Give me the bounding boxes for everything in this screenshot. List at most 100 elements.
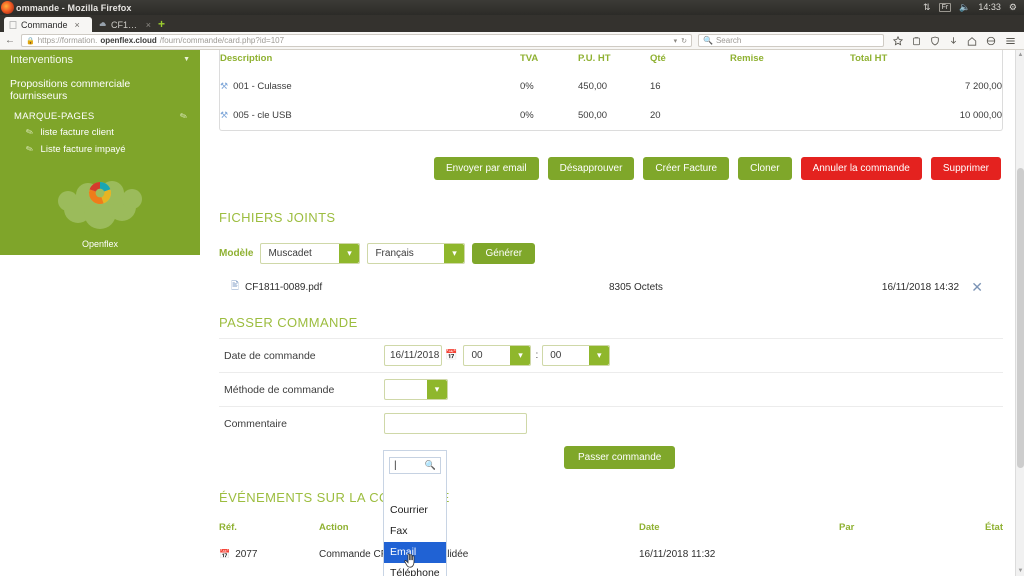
column-header-action: Action — [319, 522, 349, 533]
bookmarks-title-label: MARQUE-PAGES — [14, 111, 95, 122]
language-select-value: Français — [375, 248, 414, 259]
order-method-select[interactable]: ▾ — [384, 379, 448, 400]
events-table: Réf. Action Date Par État 📅 2077 Commande… — [219, 522, 1003, 560]
column-header-pu-ht: P.U. HT — [578, 53, 611, 64]
create-invoice-button[interactable]: Créer Facture — [643, 157, 730, 180]
sidebar-item-interventions[interactable]: Interventions ▼ — [0, 50, 200, 69]
menu-icon[interactable] — [1005, 36, 1016, 46]
product-icon: ⚒ — [220, 110, 229, 120]
chevron-down-icon[interactable]: ▼ — [183, 56, 190, 63]
item-remise — [730, 72, 850, 101]
cancel-order-button[interactable]: Annuler la commande — [800, 157, 922, 180]
search-icon: 🔍 — [703, 36, 713, 45]
event-icon: 📅 — [219, 549, 231, 559]
tab-commande[interactable]: Commande × — [4, 17, 92, 32]
url-bar[interactable]: 🔒 https://formation. openflex.cloud/fourn… — [21, 34, 692, 47]
new-tab-button[interactable]: + — [158, 18, 165, 30]
order-hour-select[interactable]: 00 ▾ — [463, 345, 532, 366]
delete-button[interactable]: Supprimer — [930, 157, 1001, 180]
chevron-down-icon[interactable]: ▾ — [589, 346, 610, 365]
model-select[interactable]: Muscadet ▾ — [260, 243, 361, 264]
search-icon: 🔍 — [424, 460, 436, 470]
chevron-down-icon[interactable]: ▾ — [444, 244, 465, 263]
network-icon[interactable]: ⇅ — [923, 3, 931, 12]
bookmark-label: Liste facture impayé — [40, 144, 126, 155]
pocket-icon[interactable] — [912, 36, 921, 46]
language-select[interactable]: Français ▾ — [367, 243, 466, 264]
search-bar[interactable]: 🔍 Search — [698, 34, 884, 47]
model-label: Modèle — [219, 248, 254, 259]
lock-icon: 🔒 — [26, 37, 35, 45]
event-ref: 2077 — [235, 549, 258, 560]
page-scrollbar[interactable]: ▲ ▼ — [1015, 50, 1024, 576]
sidebar-item-propositions-fournisseurs[interactable]: Propositions commerciale fournisseurs — [0, 69, 200, 105]
reload-icon[interactable]: ↻ — [681, 37, 687, 45]
shield-icon[interactable] — [930, 36, 940, 46]
chevron-down-icon[interactable]: ▾ — [339, 244, 360, 263]
account-icon[interactable] — [986, 36, 996, 46]
close-icon[interactable]: ✕ — [971, 279, 1003, 296]
item-description: 001 - Culasse — [233, 81, 292, 92]
disapprove-button[interactable]: Désapprouver — [547, 157, 635, 180]
url-bar-actions[interactable]: ▾ ↻ — [674, 37, 687, 45]
dropdown-option-blank[interactable] — [384, 480, 446, 500]
attachment-file-size: 8305 Octets — [609, 281, 663, 293]
desktop-top-panel: ommande - Mozilla Firefox ⇅ Fr 🔈 14:33 ⚙ — [0, 0, 1024, 15]
sidebar-bookmark-liste-facture-impaye[interactable]: ✎ Liste facture impayé — [0, 141, 200, 158]
order-date-label: Date de commande — [224, 349, 316, 362]
scrollbar-thumb[interactable] — [1017, 168, 1024, 468]
star-icon[interactable] — [893, 35, 903, 46]
send-by-email-button[interactable]: Envoyer par email — [434, 157, 539, 180]
chevron-down-icon[interactable]: ▾ — [510, 346, 531, 365]
order-items-card: Description TVA P.U. HT Qté Remise Total… — [219, 50, 1003, 131]
volume-icon[interactable]: 🔈 — [959, 3, 970, 12]
order-date-input[interactable]: 16/11/2018 — [384, 345, 442, 366]
scroll-up-icon[interactable]: ▲ — [1017, 52, 1024, 58]
bookmarks-section-title: MARQUE-PAGES ✎ — [0, 105, 200, 124]
scroll-down-icon[interactable]: ▼ — [1017, 568, 1024, 574]
dropdown-option-fax[interactable]: Fax — [384, 521, 446, 542]
keyboard-layout-indicator[interactable]: Fr — [938, 3, 952, 12]
download-icon[interactable] — [949, 36, 958, 46]
mouse-cursor-icon — [404, 553, 415, 568]
home-icon[interactable] — [967, 36, 977, 46]
generate-button[interactable]: Générer — [472, 243, 536, 264]
table-row[interactable]: ⚒ 005 - cle USB 0% 500,00 20 10 000,00 — [220, 101, 1002, 130]
chevron-down-icon[interactable]: ▾ — [674, 37, 678, 45]
form-row-order-date: Date de commande 16/11/2018 📅 00 ▾ : 00 … — [219, 338, 1003, 372]
sidebar-bookmark-liste-facture-client[interactable]: ✎ liste facture client — [0, 124, 200, 141]
dropdown-search-input[interactable]: | 🔍 — [389, 457, 441, 474]
url-prefix: https://formation. — [37, 36, 98, 45]
comment-input[interactable] — [384, 413, 527, 434]
tab-close-icon[interactable]: × — [146, 20, 151, 30]
table-row[interactable]: 📅 2077 Commande CF1811-0089 validée 16/11… — [219, 549, 1003, 560]
table-row[interactable]: ⚒ 001 - Culasse 0% 450,00 16 7 200,00 — [220, 72, 1002, 101]
sidebar-item-label: Interventions — [10, 53, 73, 66]
tab-close-icon[interactable]: × — [75, 20, 80, 30]
search-input[interactable]: Search — [716, 36, 741, 45]
table-header-row: Description TVA P.U. HT Qté Remise Total… — [220, 50, 1002, 72]
firefox-logo-icon — [1, 1, 14, 14]
tab-cf1811-0089-document[interactable]: CF1811-0089 - docu... × — [94, 17, 156, 32]
clone-button[interactable]: Cloner — [738, 157, 792, 180]
order-minute-select[interactable]: 00 ▾ — [542, 345, 611, 366]
page-content: Interventions ▼ Propositions commerciale… — [0, 50, 1024, 576]
calendar-icon[interactable]: 📅 — [445, 350, 457, 361]
column-header-remise: Remise — [730, 53, 764, 64]
gear-icon[interactable]: ⚙ — [1009, 3, 1017, 12]
column-header-par: Par — [839, 522, 855, 533]
attachment-file-name[interactable]: 🖹 CF1811-0089.pdf — [219, 279, 609, 296]
chevron-down-icon[interactable]: ▾ — [427, 380, 447, 399]
dropdown-option-courrier[interactable]: Courrier — [384, 500, 446, 521]
clock[interactable]: 14:33 — [978, 3, 1001, 12]
bookmark-icon[interactable]: ✎ — [179, 110, 190, 123]
order-minute-value: 00 — [550, 350, 562, 361]
order-hour-value: 00 — [471, 350, 483, 361]
column-header-description: Description — [220, 53, 273, 64]
submit-row: Passer commande — [219, 440, 1003, 469]
back-arrow-icon[interactable]: ← — [5, 35, 15, 46]
column-header-tva: TVA — [520, 53, 539, 64]
item-pu-ht: 500,00 — [578, 110, 608, 121]
passer-commande-button[interactable]: Passer commande — [564, 446, 676, 469]
event-action: Commande CF1811-0089 validée — [319, 549, 469, 560]
